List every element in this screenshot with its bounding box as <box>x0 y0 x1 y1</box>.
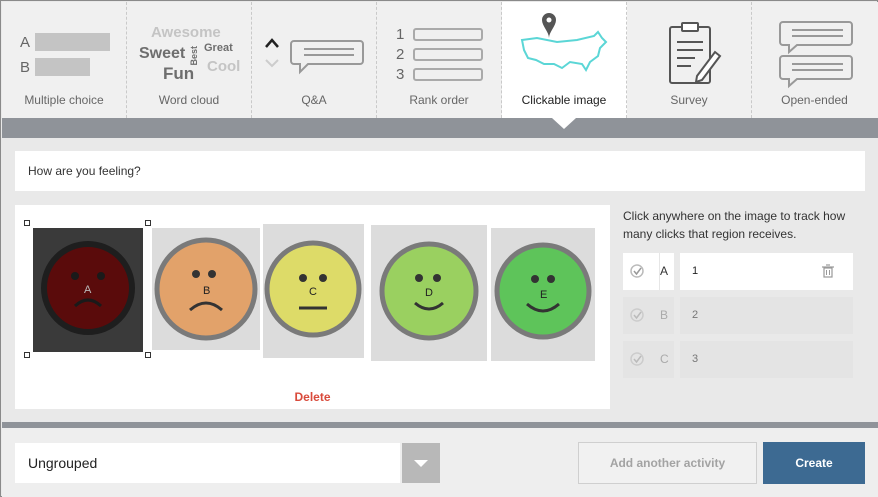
word-sweet: Sweet <box>139 45 186 62</box>
app-frame: A B Multiple choice Awesome Sweet Best G… <box>0 0 878 497</box>
type-label: Multiple choice <box>24 93 104 107</box>
region-row-b[interactable]: B 2 <box>623 297 853 334</box>
check-icon[interactable] <box>623 341 660 378</box>
rank-num-2: 2 <box>396 46 405 63</box>
mc-bar-b <box>35 58 90 76</box>
divider <box>659 253 660 290</box>
divider-strip <box>2 118 878 138</box>
rank-bar-3 <box>413 68 483 81</box>
survey-icon <box>669 22 722 84</box>
region-row-a[interactable]: A 1 <box>623 253 853 290</box>
region-value-input[interactable]: 1 <box>680 253 853 290</box>
face-a-letter: A <box>84 284 92 296</box>
region-row-more <box>623 384 853 389</box>
type-survey[interactable]: Survey <box>627 2 752 118</box>
region-value: 2 <box>692 309 699 321</box>
resize-handle-bl[interactable] <box>24 352 30 358</box>
face-b[interactable]: B <box>152 228 260 350</box>
open-ended-icon <box>779 21 853 89</box>
region-value-input[interactable]: 3 <box>680 341 853 378</box>
mc-letter-a: A <box>20 34 31 51</box>
rank-bar-1 <box>413 28 483 41</box>
trash-icon[interactable] <box>821 264 835 278</box>
face-e[interactable]: E <box>491 228 595 361</box>
clickable-image-icon <box>520 13 608 72</box>
face-d-letter: D <box>425 287 433 299</box>
region-value: 3 <box>692 353 699 365</box>
word-best: Best <box>189 46 199 66</box>
resize-handle-tr[interactable] <box>145 220 151 226</box>
region-value: 1 <box>692 265 699 277</box>
delete-region-link[interactable]: Delete <box>15 390 610 404</box>
bottom-bar: Ungrouped Add another activity Create <box>2 428 878 497</box>
region-value-input[interactable]: 2 <box>680 297 853 334</box>
image-panel[interactable]: A B C D E Delete <box>15 205 610 409</box>
type-open-ended[interactable]: Open-ended <box>752 2 877 118</box>
rank-num-1: 1 <box>396 26 405 43</box>
word-fun: Fun <box>163 64 195 83</box>
face-c-letter: C <box>309 286 317 298</box>
type-qa[interactable]: Q&A <box>252 2 377 118</box>
region-letter: C <box>660 341 674 378</box>
type-label: Word cloud <box>158 93 220 107</box>
type-clickable-image[interactable]: Clickable image <box>502 2 627 129</box>
type-word-cloud[interactable]: Awesome Sweet Best Great Fun Cool Word c… <box>127 2 252 118</box>
rank-num-3: 3 <box>396 66 405 83</box>
type-label: Survey <box>670 93 708 107</box>
check-icon[interactable] <box>623 253 660 290</box>
mc-bar-a <box>35 33 110 51</box>
region-row-c[interactable]: C 3 <box>623 341 853 378</box>
create-button[interactable]: Create <box>763 442 865 484</box>
word-great: Great <box>204 42 233 54</box>
chevron-down-icon[interactable] <box>402 443 440 483</box>
activity-type-bar: A B Multiple choice Awesome Sweet Best G… <box>2 2 878 129</box>
rank-bar-2 <box>413 48 483 61</box>
type-label: Open-ended <box>781 93 848 107</box>
region-letter: B <box>660 297 674 334</box>
type-label: Q&A <box>301 93 327 107</box>
activity-editor: How are you feeling? A B C D E Delete Cl… <box>2 138 878 422</box>
word-cool: Cool <box>207 58 241 75</box>
word-awesome: Awesome <box>151 24 221 41</box>
region-letter: A <box>660 253 674 290</box>
face-d[interactable]: D <box>371 225 487 361</box>
question-input[interactable]: How are you feeling? <box>15 151 865 191</box>
add-another-activity-button[interactable]: Add another activity <box>578 442 757 484</box>
face-c[interactable]: C <box>263 224 364 358</box>
face-b-letter: B <box>203 285 211 297</box>
group-select[interactable]: Ungrouped <box>15 443 400 483</box>
type-multiple-choice[interactable]: A B Multiple choice <box>2 2 127 118</box>
mc-letter-b: B <box>20 59 31 76</box>
check-icon[interactable] <box>623 297 660 334</box>
resize-handle-tl[interactable] <box>24 220 30 226</box>
type-rank-order[interactable]: 1 2 3 Rank order <box>377 2 502 118</box>
qa-icon <box>265 38 364 75</box>
type-label: Rank order <box>409 93 469 107</box>
type-label: Clickable image <box>521 93 607 107</box>
face-e-letter: E <box>540 289 548 301</box>
face-a[interactable]: A <box>33 228 143 352</box>
region-hint: Click anywhere on the image to track how… <box>623 209 846 241</box>
region-list: A 1 B 2 C 3 <box>623 253 853 389</box>
resize-handle-br[interactable] <box>145 352 151 358</box>
